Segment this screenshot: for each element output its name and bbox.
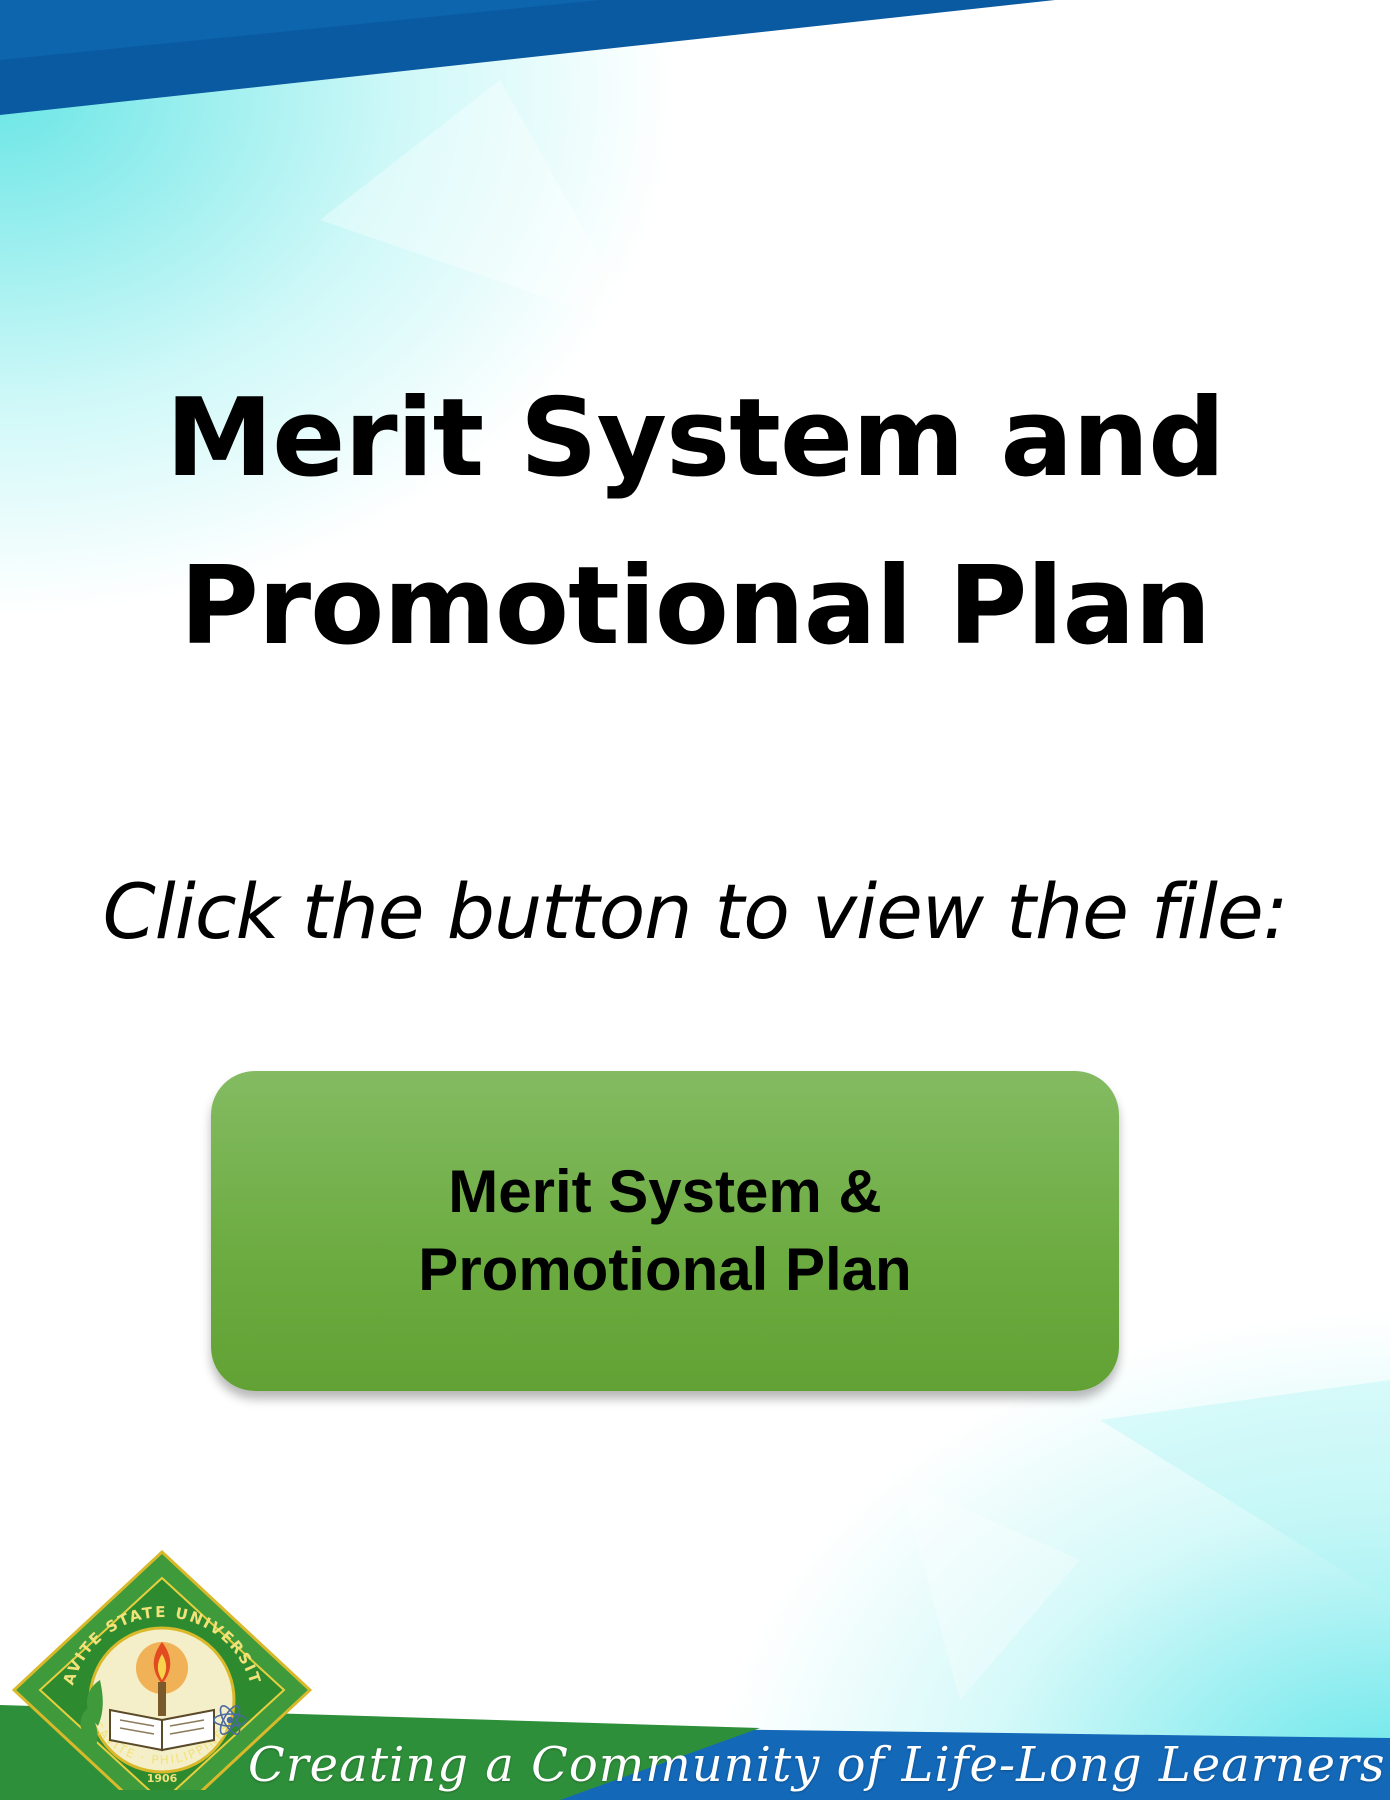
view-file-button-label-line-1: Merit System &: [448, 1158, 882, 1225]
light-triangle: [1100, 1380, 1390, 1600]
page-title: Merit System and Promotional Plan: [0, 355, 1390, 691]
light-triangle: [320, 80, 640, 330]
document-page: Merit System and Promotional Plan Click …: [0, 0, 1390, 1800]
page-title-line-2: Promotional Plan: [179, 544, 1212, 669]
view-file-button[interactable]: Merit System & Promotional Plan: [211, 1071, 1119, 1391]
page-title-line-1: Merit System and: [165, 376, 1226, 501]
light-triangle: [900, 1480, 1080, 1700]
instruction-text: Click the button to view the file:: [102, 867, 1289, 956]
seal-year: 1906: [147, 1772, 178, 1785]
view-file-button-label-line-2: Promotional Plan: [418, 1236, 912, 1303]
footer-motto: Creating a Community of Life-Long Learne…: [248, 1737, 1386, 1793]
